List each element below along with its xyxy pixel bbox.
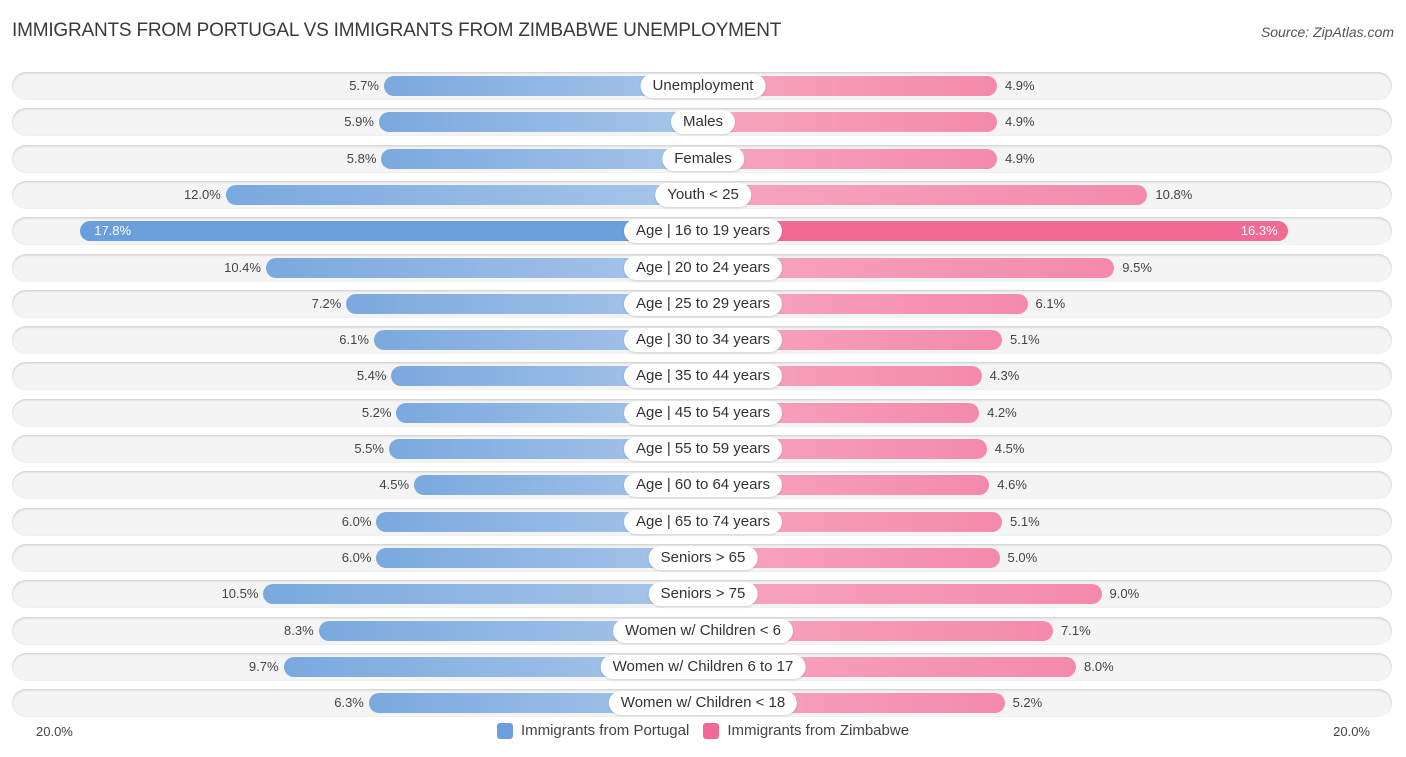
value-label-zimbabwe: 7.1% <box>1061 622 1091 638</box>
value-label-portugal: 6.3% <box>334 695 364 711</box>
value-label-portugal: 10.5% <box>221 586 259 602</box>
bar-zimbabwe[interactable] <box>703 184 1148 205</box>
value-label-zimbabwe: 4.9% <box>1004 78 1035 93</box>
category-label: Youth < 25 <box>655 182 751 207</box>
bar-portugal[interactable] <box>80 221 703 242</box>
value-label-portugal: 12.0% <box>183 186 221 202</box>
value-label-portugal: 9.7% <box>248 658 279 674</box>
value-label-zimbabwe: 4.9% <box>1004 114 1035 130</box>
value-label-portugal: 17.8% <box>94 223 132 239</box>
value-label-zimbabwe: 5.2% <box>1012 695 1043 711</box>
category-label: Women w/ Children 6 to 17 <box>600 654 806 679</box>
bar-zimbabwe[interactable] <box>703 584 1102 605</box>
category-label: Age | 20 to 24 years <box>624 255 782 280</box>
category-label: Females <box>662 146 744 171</box>
category-label: Age | 55 to 59 years <box>624 437 782 461</box>
value-label-zimbabwe: 9.0% <box>1109 586 1140 602</box>
value-label-portugal: 5.5% <box>354 441 384 456</box>
value-label-zimbabwe: 8.0% <box>1084 658 1114 674</box>
category-label: Age | 25 to 29 years <box>624 291 782 316</box>
value-label-portugal: 5.2% <box>361 404 392 420</box>
chart-area: 5.7% 4.9% Unemployment 5.9% 4.9% Males 5.8% 4.9… <box>0 0 1406 757</box>
value-label-portugal: 5.8% <box>346 150 377 166</box>
value-label-portugal: 5.4% <box>356 368 387 384</box>
bar-zimbabwe[interactable] <box>703 112 997 133</box>
value-label-portugal: 6.0% <box>341 549 372 565</box>
category-label: Seniors > 75 <box>648 582 758 607</box>
legend-item-portugal[interactable]: Immigrants from Portugal <box>496 722 690 739</box>
value-label-portugal: 7.2% <box>311 295 342 311</box>
legend-swatch-zimbabwe <box>703 722 720 739</box>
value-label-portugal: 5.9% <box>344 114 374 130</box>
category-label: Age | 65 to 74 years <box>624 509 782 534</box>
value-label-zimbabwe: 5.1% <box>1010 513 1040 529</box>
bar-zimbabwe[interactable] <box>703 221 1288 242</box>
value-label-zimbabwe: 9.5% <box>1122 259 1152 275</box>
category-label: Age | 60 to 64 years <box>624 473 782 498</box>
value-label-portugal: 6.0% <box>341 513 372 529</box>
bar-portugal[interactable] <box>381 148 703 169</box>
value-label-zimbabwe: 10.8% <box>1155 186 1193 202</box>
value-label-zimbabwe: 16.3% <box>1240 223 1278 239</box>
category-label: Age | 35 to 44 years <box>624 364 782 389</box>
value-label-portugal: 4.5% <box>379 477 410 493</box>
value-label-portugal: 5.7% <box>349 78 379 93</box>
category-label: Women w/ Children < 6 <box>612 618 794 643</box>
value-label-zimbabwe: 4.9% <box>1004 150 1035 166</box>
value-label-portugal: 10.4% <box>224 259 261 275</box>
legend-label-portugal: Immigrants from Portugal <box>520 722 690 739</box>
category-label: Unemployment <box>640 74 766 98</box>
bar-portugal[interactable] <box>225 184 703 205</box>
category-label: Age | 45 to 54 years <box>624 400 782 425</box>
category-label: Seniors > 65 <box>648 545 758 570</box>
value-label-zimbabwe: 4.3% <box>989 368 1020 384</box>
legend-label-zimbabwe: Immigrants from Zimbabwe <box>727 722 910 739</box>
bar-zimbabwe[interactable] <box>703 148 997 169</box>
category-label: Women w/ Children < 18 <box>608 691 798 716</box>
value-label-zimbabwe: 4.2% <box>987 404 1017 420</box>
category-label: Age | 16 to 19 years <box>624 219 782 244</box>
value-label-zimbabwe: 6.1% <box>1035 295 1066 311</box>
bar-portugal[interactable] <box>263 584 703 605</box>
category-label: Males <box>670 110 736 135</box>
value-label-zimbabwe: 5.0% <box>1007 549 1038 565</box>
legend-swatch-portugal <box>496 722 513 739</box>
value-label-zimbabwe: 5.1% <box>1010 332 1040 348</box>
category-label: Age | 30 to 34 years <box>624 328 782 353</box>
value-label-zimbabwe: 4.6% <box>997 477 1027 493</box>
value-label-portugal: 8.3% <box>284 622 314 638</box>
value-label-portugal: 6.1% <box>339 332 369 348</box>
bar-portugal[interactable] <box>378 112 703 133</box>
legend: Immigrants from Portugal Immigrants from… <box>0 722 1406 739</box>
value-label-zimbabwe: 4.5% <box>994 441 1025 456</box>
legend-item-zimbabwe[interactable]: Immigrants from Zimbabwe <box>703 722 909 739</box>
